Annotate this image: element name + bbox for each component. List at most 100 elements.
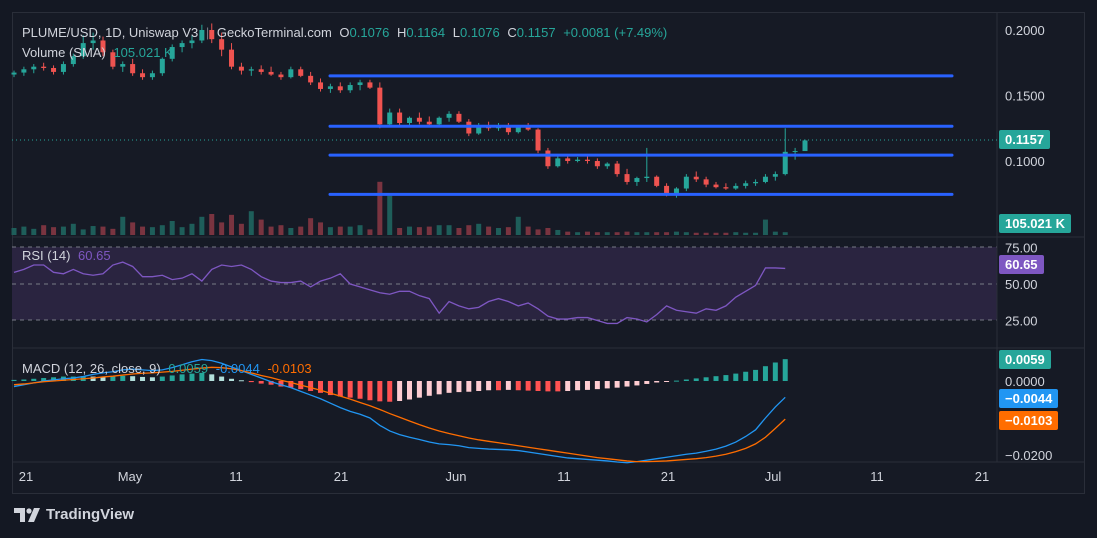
candle-body [426,121,432,125]
macd-histogram-bar [575,381,581,391]
candle-body [149,73,155,78]
time-axis-label: 11 [229,469,243,484]
candle-body [575,159,581,161]
candle-body [713,184,719,188]
candle-body [367,82,373,88]
candle-body [397,112,403,124]
macd-histogram-bar [169,375,175,381]
candle-body [318,82,324,89]
volume-bar [248,211,254,235]
candle-body [159,58,165,74]
macd-label[interactable]: MACD (12, 26, close, 9) [22,361,161,376]
change-value: +0.0081 (+7.49%) [563,25,668,40]
volume-bar [624,231,630,235]
volume-bar [169,221,175,235]
volume-bar [753,232,759,235]
macd-histogram-bar [219,376,225,381]
candle-body [416,117,422,122]
macd-histogram-bar [673,380,679,382]
candle-body [347,85,353,91]
candle-body [604,163,610,167]
symbol-label[interactable]: PLUME/USD, 1D, Uniswap V3 [22,25,198,40]
macd-histogram-bar [476,381,482,391]
volume-bar [377,181,383,235]
rsi-axis-label: 50.00 [1005,277,1038,292]
macd-histogram-bar [772,362,778,381]
volume-bar [584,231,590,235]
time-axis-label: 11 [870,469,884,484]
candle-body [377,87,383,125]
volume-bar [298,226,304,235]
volume-bar [189,223,195,235]
candle-body [772,174,778,177]
macd-histogram-bar [31,378,37,381]
volume-legend: Volume (SMA) 105.021 K [22,45,177,60]
macd-histogram-bar [723,375,729,381]
candle-body [584,159,590,161]
chart-canvas[interactable]: 0.20000.15000.100075.0050.0025.000.0000−… [0,0,1097,538]
volume-bar [456,228,462,235]
rsi-label[interactable]: RSI (14) [22,248,70,263]
volume-bar [100,226,106,235]
volume-bar [743,232,749,235]
volume-bar [703,232,709,235]
candle-body [327,86,333,89]
brand-label: TradingView [46,506,135,523]
macd-histogram-bar [130,376,136,381]
volume-bar [446,225,452,235]
volume-bar [594,232,600,235]
volume-bar [486,226,492,235]
candle-body [723,187,729,189]
macd-histogram-bar [594,381,600,390]
macd-histogram-bar [693,378,699,381]
candle-body [229,49,235,67]
volume-bar [664,232,670,235]
candle-body [298,69,304,76]
macd-histogram-bar [436,381,442,395]
candle-body [762,176,768,182]
high-value: 0.1164 [406,25,446,40]
volume-label[interactable]: Volume (SMA) [22,45,106,60]
macd-histogram-bar [397,381,403,401]
volume-bar [723,232,729,235]
candle-body [594,161,600,167]
volume-bar [634,232,640,235]
macd-axis-label: −0.0200 [1005,448,1052,463]
volume-tag: 105.021 K [999,214,1071,233]
volume-bar [130,222,136,235]
macd-histogram-bar [505,381,511,390]
rsi-tag: 60.65 [999,255,1044,274]
macd-histogram-bar [407,381,412,400]
macd-histogram-bar [495,381,501,391]
candle-body [654,176,660,186]
volume-bar [733,232,739,235]
macd-histogram-bar [743,371,749,381]
macd-histogram-bar [367,381,373,401]
volume-bar [476,223,482,235]
low-label: L [452,25,460,40]
volume-bar [80,229,86,235]
open-value: 0.1076 [349,25,390,40]
macd-histogram-bar [654,381,660,383]
macd-histogram-bar [120,375,126,381]
macd-histogram-bar [159,376,165,381]
macd-histogram-bar [486,381,492,391]
volume-bar [683,232,689,235]
volume-bar [90,226,96,235]
tradingview-logo[interactable]: TradingView [14,506,134,523]
volume-bar [762,219,768,235]
candle-body [248,69,254,71]
volume-bar [535,229,541,235]
candle-body [357,82,363,86]
macd-axis-label: 0.0000 [1005,374,1045,389]
candle-body [644,176,650,179]
time-axis-label: 21 [975,469,989,484]
close-label: C [507,25,517,40]
candle-body [278,74,284,78]
volume-bar [258,219,264,235]
volume-bar [60,226,66,235]
macd-signal-value: -0.0103 [267,361,312,376]
macd-histogram-bar [387,381,393,402]
macd-histogram-bar [683,379,689,381]
volume-bar [782,232,788,235]
